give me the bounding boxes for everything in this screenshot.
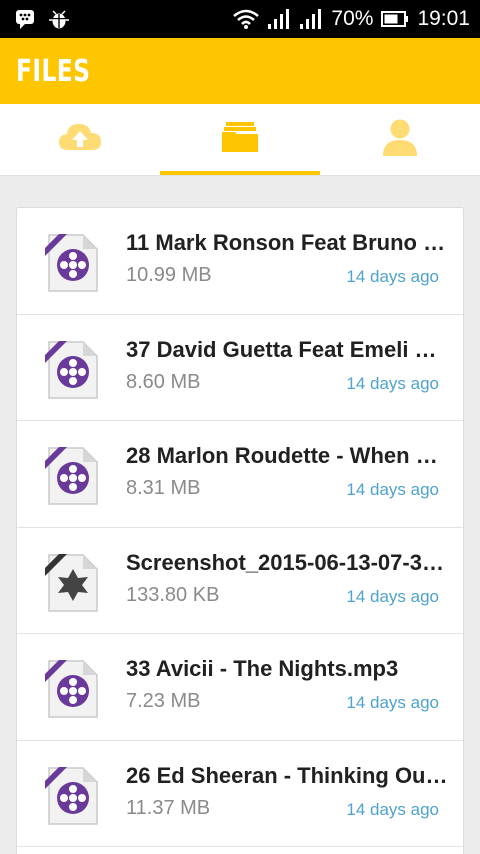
bbm-notification-icon [14,8,36,30]
file-date: 14 days ago [346,586,439,606]
list-item[interactable]: 11 Mark Ronson Feat Bruno Mars - Uptown … [17,208,463,315]
file-name: 26 Ed Sheeran - Thinking Out Loud.mp3 [126,762,448,788]
tab-upload[interactable] [0,104,160,175]
list-item[interactable]: Screenshot_2015-06-13-07-35-22.png 133.8… [17,528,463,634]
list-item[interactable]: 26 Ed Sheeran - Thinking Out Loud.mp3 11… [17,741,463,847]
list-item[interactable]: 33 Avicii - The Nights.mp3 7.23 MB 14 da… [17,634,463,741]
file-name: 28 Marlon Roudette - When The Beat Drops… [126,443,448,468]
user-icon [381,118,419,161]
list-item[interactable]: 28 Marlon Roudette - When The Beat Drops… [17,421,463,528]
battery-icon [381,11,409,27]
app-bar: FILES [0,38,480,104]
file-date: 14 days ago [346,799,439,819]
wifi-icon [233,9,260,29]
file-date: 14 days ago [346,267,439,286]
folder-icon [221,121,259,158]
android-debug-icon [48,8,70,30]
file-size: 7.23 MB [126,690,201,712]
audio-file-icon [43,658,101,720]
file-name: 37 David Guetta Feat Emeli Sande - What … [126,336,448,362]
list-item[interactable]: 37 David Guetta Feat Emeli Sande - What … [17,315,463,421]
tab-bar [0,104,480,176]
file-size: 11.37 MB [126,796,211,819]
file-size: 8.31 MB [126,477,201,499]
battery-percent: 70% [331,7,374,30]
signal-icon [267,8,291,30]
file-size: 133.80 KB [126,583,220,606]
file-date: 14 days ago [346,693,439,712]
file-name: 33 Avicii - The Nights.mp3 [126,656,399,681]
cloud-upload-icon [58,122,102,157]
file-list: 11 Mark Ronson Feat Bruno Mars - Uptown … [16,207,464,854]
file-date: 14 days ago [346,373,439,393]
audio-file-icon [43,445,101,507]
file-name: 11 Mark Ronson Feat Bruno Mars - Uptown … [126,230,448,255]
tab-profile[interactable] [320,104,480,175]
file-size: 10.99 MB [126,264,212,286]
clock: 19:01 [417,7,470,30]
audio-file-icon [43,339,101,401]
audio-file-icon [43,765,101,827]
file-date: 14 days ago [346,480,439,499]
file-size: 8.60 MB [126,370,201,393]
page-title: FILES [16,53,91,89]
file-name: Screenshot_2015-06-13-07-35-22.png [126,549,448,575]
image-file-icon [43,552,101,614]
audio-file-icon [43,232,101,294]
signal-icon [299,8,323,30]
tab-files[interactable] [160,104,320,175]
status-bar: 70% 19:01 [0,0,480,38]
